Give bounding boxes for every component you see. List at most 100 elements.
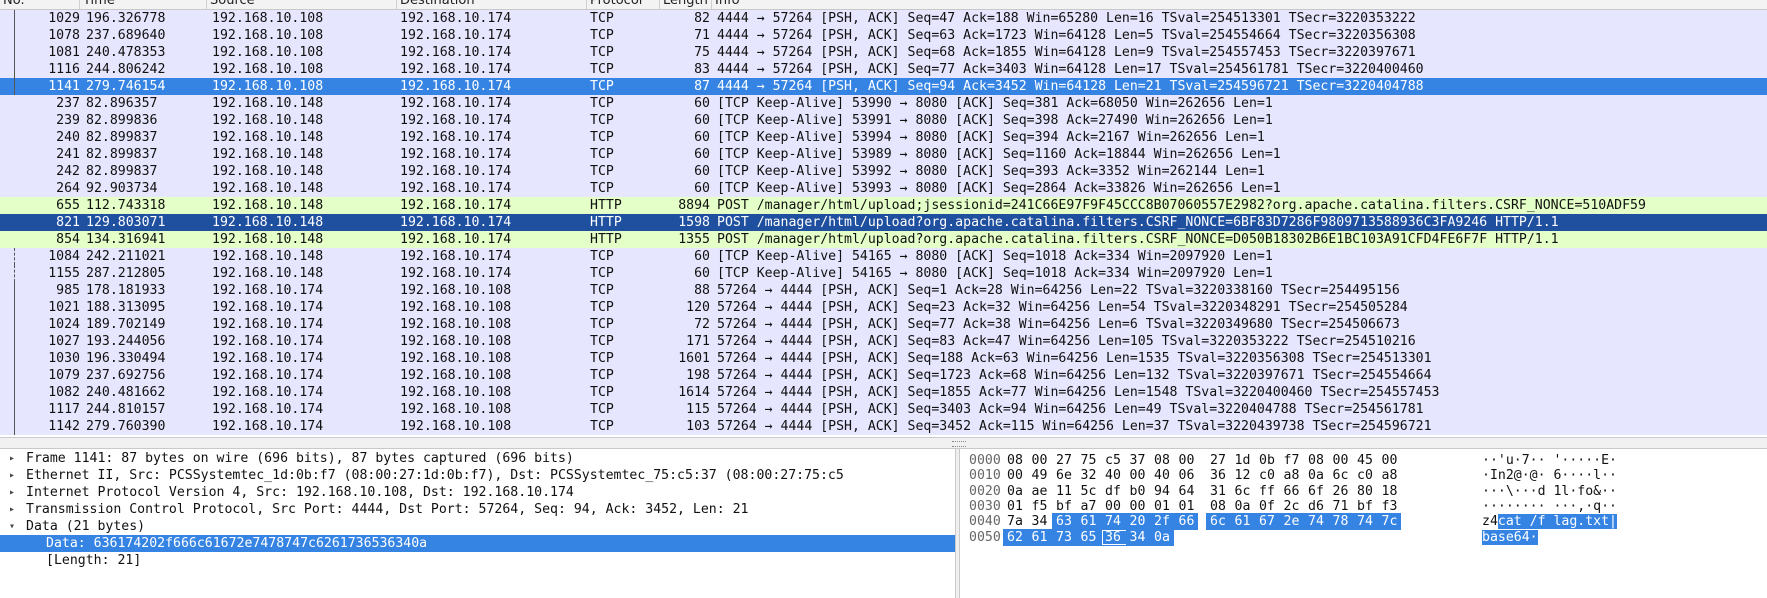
- column-header-no[interactable]: No.: [0, 0, 80, 9]
- packet-source: 192.168.10.148: [212, 164, 324, 179]
- packet-no: 1142: [48, 419, 80, 434]
- packet-row[interactable]: 1141 279.746154 192.168.10.108 192.168.10.1…: [0, 78, 1767, 95]
- packet-row[interactable]: 1027 193.244056 192.168.10.174 192.168.10.1…: [0, 333, 1767, 350]
- packet-no: 1084: [48, 249, 80, 264]
- packet-info: POST /manager/html/upload?org.apache.cat…: [717, 232, 1559, 247]
- packet-length: 83: [694, 62, 710, 77]
- detail-tree-item[interactable]: ▸ Ethernet II, Src: PCSSystemtec_1d:0b:f7…: [0, 467, 955, 484]
- hex-ascii[interactable]: base64·: [1482, 529, 1538, 546]
- packet-no: 241: [56, 147, 80, 162]
- packet-no: 1141: [48, 79, 80, 94]
- packet-destination: 192.168.10.108: [400, 368, 512, 383]
- packet-row[interactable]: 655 112.743318 192.168.10.148 192.168.10.17…: [0, 197, 1767, 214]
- collapsed-arrow-icon[interactable]: ▸: [9, 501, 21, 518]
- packet-source: 192.168.10.148: [212, 147, 324, 162]
- packet-row[interactable]: 1079 237.692756 192.168.10.174 192.168.10.1…: [0, 367, 1767, 384]
- packet-no: 239: [56, 113, 80, 128]
- packet-length: 198: [686, 368, 710, 383]
- packet-destination: 192.168.10.174: [400, 164, 512, 179]
- packet-list[interactable]: No. Time Source Destination Protocol Len…: [0, 0, 1767, 437]
- packet-row[interactable]: 1084 242.211021 192.168.10.148 192.168.10.1…: [0, 248, 1767, 265]
- detail-tree-label: Frame 1141: 87 bytes on wire (696 bits),…: [26, 451, 574, 466]
- packet-length: 60: [694, 96, 710, 111]
- packet-info: 57264 → 4444 [PSH, ACK] Seq=83 Ack=47 Wi…: [717, 334, 1416, 349]
- packet-row[interactable]: 1117 244.810157 192.168.10.174 192.168.10.1…: [0, 401, 1767, 418]
- detail-tree-item[interactable]: Data: 636174202f666c61672e7478747c626173…: [0, 535, 955, 552]
- packet-length: 87: [694, 79, 710, 94]
- packet-row[interactable]: 1081 240.478353 192.168.10.108 192.168.10.1…: [0, 44, 1767, 61]
- packet-time: 244.810157: [86, 402, 166, 417]
- collapsed-arrow-icon[interactable]: ▸: [9, 484, 21, 501]
- packet-row[interactable]: 1029 196.326778 192.168.10.108 192.168.10.1…: [0, 10, 1767, 27]
- column-header-time[interactable]: Time: [80, 0, 207, 9]
- packet-row[interactable]: 242 82.899837 192.168.10.148 192.168.10.174…: [0, 163, 1767, 180]
- packet-source: 192.168.10.174: [212, 334, 324, 349]
- packet-row[interactable]: 1078 237.689640 192.168.10.108 192.168.10.1…: [0, 27, 1767, 44]
- pane-splitter[interactable]: [0, 437, 1767, 449]
- packet-row[interactable]: 1024 189.702149 192.168.10.174 192.168.10.1…: [0, 316, 1767, 333]
- packet-source: 192.168.10.174: [212, 368, 324, 383]
- detail-tree-item[interactable]: ▸ Internet Protocol Version 4, Src: 192.1…: [0, 484, 955, 501]
- column-header-info[interactable]: Info: [712, 0, 1767, 9]
- detail-tree-item[interactable]: ▾ Data (21 bytes): [0, 518, 955, 535]
- packet-no: 1116: [48, 62, 80, 77]
- packet-details-pane[interactable]: ▸ Frame 1141: 87 bytes on wire (696 bits)…: [0, 449, 955, 598]
- hex-row: 0050 62 61 73 65 36 34 0a base64·: [960, 528, 1767, 546]
- packet-info: 57264 → 4444 [PSH, ACK] Seq=77 Ack=38 Wi…: [717, 317, 1400, 332]
- packet-info: 4444 → 57264 [PSH, ACK] Seq=68 Ack=1855 …: [717, 45, 1416, 60]
- column-header-protocol[interactable]: Protocol: [587, 0, 660, 9]
- packet-row[interactable]: 1082 240.481662 192.168.10.174 192.168.10.1…: [0, 384, 1767, 401]
- expanded-arrow-icon[interactable]: ▾: [9, 518, 21, 535]
- detail-tree-item[interactable]: ▸ Frame 1141: 87 bytes on wire (696 bits)…: [0, 450, 955, 467]
- conversation-marker-icon: [14, 316, 15, 333]
- packet-info: 4444 → 57264 [PSH, ACK] Seq=77 Ack=3403 …: [717, 62, 1424, 77]
- packet-row[interactable]: 1142 279.760390 192.168.10.174 192.168.10.1…: [0, 418, 1767, 435]
- collapsed-arrow-icon[interactable]: ▸: [9, 450, 21, 467]
- column-header-source[interactable]: Source: [207, 0, 397, 9]
- packet-info: [TCP Keep-Alive] 53989 → 8080 [ACK] Seq=…: [717, 147, 1281, 162]
- detail-tree-label: [Length: 21]: [46, 553, 142, 568]
- packet-row[interactable]: 241 82.899837 192.168.10.148 192.168.10.174…: [0, 146, 1767, 163]
- packet-no: 854: [56, 232, 80, 247]
- packet-row[interactable]: 985 178.181933 192.168.10.174 192.168.10.10…: [0, 282, 1767, 299]
- packet-destination: 192.168.10.174: [400, 28, 512, 43]
- column-header-destination[interactable]: Destination: [397, 0, 587, 9]
- packet-info: [TCP Keep-Alive] 53990 → 8080 [ACK] Seq=…: [717, 96, 1273, 111]
- packet-length: 60: [694, 130, 710, 145]
- packet-row[interactable]: 821 129.803071 192.168.10.148 192.168.10.17…: [0, 214, 1767, 231]
- hex-byte[interactable]: 0a: [1150, 528, 1174, 546]
- packet-info: [TCP Keep-Alive] 54165 → 8080 [ACK] Seq=…: [717, 266, 1273, 281]
- detail-tree-item[interactable]: [Length: 21]: [0, 552, 955, 569]
- packet-row[interactable]: 240 82.899837 192.168.10.148 192.168.10.174…: [0, 129, 1767, 146]
- packet-length: 1601: [678, 351, 710, 366]
- packet-source: 192.168.10.148: [212, 249, 324, 264]
- packet-length: 1355: [678, 232, 710, 247]
- packet-bytes-pane[interactable]: 0000 08 00 27 75 c5 37 08 00 27 1d 0b f7 08 00 45 00 ··'u…: [960, 449, 1767, 598]
- conversation-marker-icon: [14, 10, 15, 27]
- column-header-length[interactable]: Length: [660, 0, 712, 9]
- packet-time: 244.806242: [86, 62, 166, 77]
- packet-row[interactable]: 1155 287.212805 192.168.10.148 192.168.10.1…: [0, 265, 1767, 282]
- packet-row[interactable]: 264 92.903734 192.168.10.148 192.168.10.174…: [0, 180, 1767, 197]
- packet-time: 189.702149: [86, 317, 166, 332]
- packet-row[interactable]: 1116 244.806242 192.168.10.108 192.168.10.1…: [0, 61, 1767, 78]
- packet-source: 192.168.10.174: [212, 300, 324, 315]
- packet-destination: 192.168.10.174: [400, 198, 512, 213]
- detail-tree-label: Data (21 bytes): [26, 519, 146, 534]
- packet-time: 92.903734: [86, 181, 158, 196]
- packet-row[interactable]: 1030 196.330494 192.168.10.174 192.168.10.1…: [0, 350, 1767, 367]
- packet-destination: 192.168.10.174: [400, 62, 512, 77]
- packet-row[interactable]: 237 82.896357 192.168.10.148 192.168.10.174…: [0, 95, 1767, 112]
- packet-length: 8894: [678, 198, 710, 213]
- hex-offset: 0050: [969, 529, 1001, 545]
- packet-info: POST /manager/html/upload;jsessionid=241…: [717, 198, 1646, 213]
- packet-row[interactable]: 854 134.316941 192.168.10.148 192.168.10.17…: [0, 231, 1767, 248]
- detail-tree-item[interactable]: ▸ Transmission Control Protocol, Src Port…: [0, 501, 955, 518]
- packet-destination: 192.168.10.174: [400, 266, 512, 281]
- packet-info: 57264 → 4444 [PSH, ACK] Seq=23 Ack=32 Wi…: [717, 300, 1408, 315]
- packet-time: 82.896357: [86, 96, 158, 111]
- packet-row[interactable]: 239 82.899836 192.168.10.148 192.168.10.174…: [0, 112, 1767, 129]
- packet-row[interactable]: 1021 188.313095 192.168.10.174 192.168.10.1…: [0, 299, 1767, 316]
- splitter-grip-icon[interactable]: [952, 441, 966, 447]
- collapsed-arrow-icon[interactable]: ▸: [9, 467, 21, 484]
